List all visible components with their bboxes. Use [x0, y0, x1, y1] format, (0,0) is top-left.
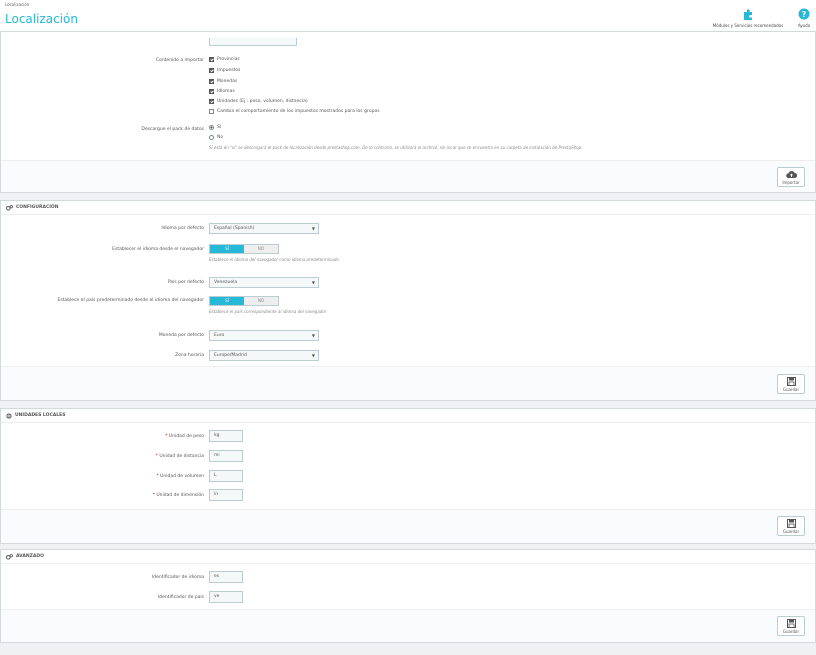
toggle-no[interactable]: NO	[244, 245, 278, 253]
save-button-label: Guardar	[782, 529, 800, 534]
download-pack-help: Si está en "sí" se descargará el pack de…	[209, 145, 583, 150]
local-units-panel-footer: Guardar	[1, 509, 815, 543]
import-panel: Contenido a importar Provincias Impuesto…	[0, 31, 816, 193]
recommended-modules-label: Módulos y Servicios recomendados	[712, 23, 784, 28]
units-save-button[interactable]: Guardar	[777, 516, 805, 536]
advanced-panel: Avanzado Identificador de idioma es Iden…	[0, 549, 816, 643]
checkbox-currencies[interactable]: Monedas	[209, 79, 237, 84]
browser-language-toggle[interactable]: SÍ NO	[209, 244, 279, 254]
default-country-label: País por defecto	[167, 280, 204, 285]
checkbox-box[interactable]	[209, 68, 214, 73]
checkbox-label: Monedas	[217, 79, 238, 84]
checkbox-label: Provincias	[217, 57, 240, 62]
browser-language-label: Establecer el idioma desde el navegador	[112, 247, 204, 252]
recommended-modules-button[interactable]: Módulos y Servicios recomendados	[700, 8, 796, 28]
configuration-title: Configuración	[16, 204, 59, 210]
advanced-save-button[interactable]: Guardar	[777, 616, 805, 636]
toggle-yes[interactable]: SÍ	[210, 297, 244, 305]
save-icon	[786, 377, 796, 386]
weight-unit-label: Unidad de peso	[61, 434, 204, 439]
country-id-label: Identificador de país	[157, 595, 204, 600]
browser-country-toggle[interactable]: SÍ NO	[209, 296, 279, 306]
checkbox-box[interactable]	[209, 79, 214, 84]
toggle-no[interactable]: NO	[244, 297, 278, 305]
pack-select-bottom[interactable]	[209, 38, 297, 46]
import-button-label: Importar	[782, 180, 800, 185]
help-label: Ayuda	[797, 23, 811, 28]
checkbox-label: Unidades (Ej.: peso, volumen, distancia)	[217, 99, 308, 104]
distance-unit-label: Unidad de distancia	[61, 454, 204, 459]
puzzle-icon	[744, 9, 752, 20]
local-units-panel: Unidades locales Unidad de peso kg Unida…	[0, 408, 816, 544]
radio-button[interactable]	[209, 125, 214, 130]
default-currency-label: Moneda por defecto	[158, 333, 204, 338]
cloud-upload-icon	[785, 170, 797, 178]
timezone-label: Zona horaria	[175, 353, 204, 358]
globe-icon	[6, 412, 12, 419]
checkbox-label: Impuestos	[217, 68, 241, 73]
local-units-title: Unidades locales	[15, 412, 66, 418]
checkbox-label: Cambia el comportamiento de los impuesto…	[217, 109, 380, 114]
browser-country-label: Establece el país predeterminado desde e…	[57, 298, 204, 303]
checkbox-label: Idiomas	[217, 89, 235, 94]
radio-button[interactable]	[209, 135, 214, 140]
help-button[interactable]: ? Ayuda	[794, 8, 814, 28]
save-icon	[786, 619, 796, 628]
volume-unit-input[interactable]: L	[209, 470, 243, 482]
local-units-panel-header: Unidades locales	[1, 409, 815, 423]
checkbox-provinces[interactable]: Provincias	[209, 57, 240, 62]
configuration-panel: Configuración Idioma por defecto Español…	[0, 200, 816, 401]
import-button[interactable]: Importar	[777, 167, 805, 187]
language-id-label: Identificador de idioma	[151, 575, 204, 580]
weight-unit-input[interactable]: kg	[209, 430, 243, 442]
advanced-panel-header: Avanzado	[1, 550, 815, 564]
volume-unit-label: Unidad de volumen	[61, 474, 204, 479]
gears-icon	[6, 204, 13, 211]
timezone-select[interactable]: Europe/Madrid	[209, 350, 319, 361]
radio-no[interactable]: No	[209, 135, 223, 140]
default-currency-select[interactable]: Euro	[209, 330, 319, 341]
radio-label: No	[217, 135, 224, 140]
radio-label: Sí	[217, 125, 222, 130]
browser-country-help: Establece el país correspondiente al idi…	[209, 309, 327, 314]
checkbox-box[interactable]	[209, 57, 214, 62]
save-icon	[786, 519, 796, 528]
checkbox-box[interactable]	[209, 109, 214, 114]
checkbox-taxes[interactable]: Impuestos	[209, 68, 240, 73]
language-id-input[interactable]: es	[209, 571, 243, 583]
help-icon: ?	[798, 8, 810, 20]
browser-language-help: Establece el idioma del navegador como i…	[209, 257, 339, 262]
save-button-label: Guardar	[782, 629, 800, 634]
dimension-unit-input[interactable]: in	[209, 489, 243, 501]
save-button-label: Guardar	[782, 387, 800, 392]
default-country-select[interactable]: Venezuela	[209, 277, 319, 288]
default-language-label: Idioma por defecto	[161, 226, 204, 231]
configuration-panel-footer: Guardar	[1, 366, 815, 400]
breadcrumb[interactable]: Localización	[5, 2, 29, 7]
radio-yes[interactable]: Sí	[209, 125, 221, 130]
config-save-button[interactable]: Guardar	[777, 374, 805, 394]
advanced-title: Avanzado	[16, 553, 44, 559]
checkbox-tax-behavior[interactable]: Cambia el comportamiento de los impuesto…	[209, 109, 380, 114]
checkbox-languages[interactable]: Idiomas	[209, 89, 235, 94]
advanced-panel-footer: Guardar	[1, 609, 815, 642]
dimension-unit-label: Unidad de dimensión	[61, 493, 204, 498]
checkbox-box[interactable]	[209, 99, 214, 104]
checkbox-box[interactable]	[209, 89, 214, 94]
import-panel-footer: Importar	[1, 160, 815, 192]
content-to-import-label: Contenido a importar	[155, 58, 204, 63]
country-id-input[interactable]: ve	[209, 591, 243, 603]
distance-unit-input[interactable]: mi	[209, 450, 243, 462]
default-language-select[interactable]: Español (Spanish)	[209, 223, 319, 234]
configuration-panel-header: Configuración	[1, 201, 815, 215]
toggle-yes[interactable]: SÍ	[210, 245, 244, 253]
svg-text:?: ?	[802, 10, 807, 19]
checkbox-units[interactable]: Unidades (Ej.: peso, volumen, distancia)	[209, 99, 308, 104]
download-pack-label: Descargue el pack de datos	[141, 127, 204, 132]
page-title: Localización	[5, 12, 78, 26]
gears-icon	[6, 553, 13, 560]
